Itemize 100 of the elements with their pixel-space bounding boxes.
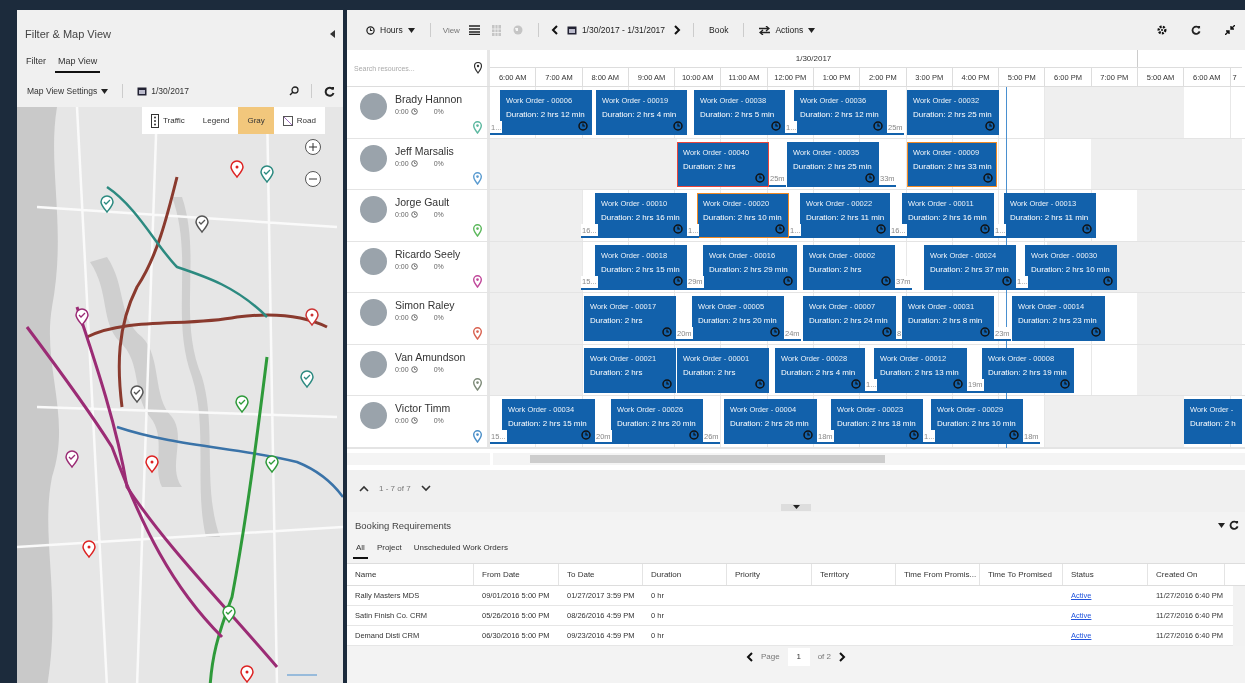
section-title: Booking Requirements xyxy=(355,519,452,531)
avatar xyxy=(360,299,387,326)
clock-icon xyxy=(673,275,683,286)
booking-duration: Duration: 2 hrs 8 min xyxy=(908,316,984,325)
collapse-arrow-icon[interactable] xyxy=(330,30,335,38)
book-button[interactable]: Book xyxy=(706,23,732,37)
clock-icon xyxy=(578,121,588,131)
clock-icon xyxy=(873,121,883,131)
column-header[interactable]: Name xyxy=(347,563,474,585)
grid-icon xyxy=(491,24,501,36)
scrollbar[interactable] xyxy=(493,453,1245,465)
actions-dropdown[interactable]: Actions xyxy=(756,23,819,37)
clock-icon xyxy=(755,378,765,389)
avatar xyxy=(360,350,387,378)
requirements-tab[interactable]: Unscheduled Work Orders xyxy=(410,538,511,559)
scrollbar[interactable] xyxy=(1233,585,1245,646)
column-header[interactable]: Time From Promis... xyxy=(896,563,980,585)
chevron-right-icon[interactable] xyxy=(674,25,682,35)
booking-duration: Duration: 2 hrs 10 min xyxy=(703,213,783,222)
clock-icon xyxy=(865,172,875,183)
resource-name: Victor Timm xyxy=(395,402,451,414)
view-label: View xyxy=(442,25,460,35)
map-pin-icon[interactable] xyxy=(474,62,482,74)
clock-icon xyxy=(876,224,886,234)
column-header[interactable]: From Date xyxy=(474,563,559,585)
booking-duration: Duration: 2 hrs 10 min xyxy=(1031,264,1111,274)
panel-tab[interactable]: Map View xyxy=(55,52,101,73)
booking-duration: Duration: 2 hrs xyxy=(683,367,737,377)
refresh-icon[interactable] xyxy=(1229,520,1239,530)
column-header[interactable]: Duration xyxy=(643,563,727,585)
column-header[interactable]: Status xyxy=(1063,563,1148,585)
refresh-icon[interactable] xyxy=(1191,25,1201,35)
resource-name: Simon Raley xyxy=(395,299,455,311)
clock-icon xyxy=(410,365,418,373)
refresh-icon[interactable] xyxy=(324,85,335,97)
caret-icon xyxy=(808,27,816,33)
settings-icon[interactable] xyxy=(1157,25,1167,35)
road-map-icon xyxy=(282,115,293,126)
date-range-picker[interactable]: 1/30/2017 - 1/31/2017 xyxy=(563,23,669,37)
booking-duration: Duration: 2 hrs 12 min xyxy=(506,110,586,119)
clock-icon xyxy=(909,430,919,440)
collapse-icon[interactable] xyxy=(1225,25,1235,35)
clock-icon xyxy=(983,172,993,183)
page-total: of 2 xyxy=(817,652,831,661)
hours-dropdown[interactable]: Hours xyxy=(363,23,418,37)
booking-duration: Duration: 2 hrs 13 min xyxy=(880,367,960,377)
column-header[interactable]: Created On xyxy=(1148,563,1225,585)
clock-icon xyxy=(1002,275,1012,286)
panel-tab[interactable]: Filter xyxy=(23,52,49,73)
clock-icon xyxy=(770,327,780,337)
booking-duration: Duration: 2 hrs xyxy=(683,161,737,171)
clock-icon xyxy=(980,224,990,234)
search-icon[interactable] xyxy=(289,86,299,96)
caret-icon xyxy=(792,505,800,509)
booking-duration: Duration: 2 hrs xyxy=(590,367,644,377)
booking-duration: Duration: 2 hrs 20 min xyxy=(617,419,697,428)
clock-icon xyxy=(410,211,418,218)
page-number-field[interactable]: 1 xyxy=(787,647,810,666)
traffic-light-icon xyxy=(151,113,159,128)
booking-duration: Duration: 2 hrs 24 min xyxy=(809,316,889,325)
column-header[interactable]: Time To Promised xyxy=(980,563,1063,585)
map-view-settings-dropdown[interactable]: Map View Settings xyxy=(25,84,111,98)
calendar-icon xyxy=(566,25,577,35)
globe-icon xyxy=(512,25,523,35)
clock-icon xyxy=(410,262,418,270)
booking-duration: Duration: 2 hrs 5 min xyxy=(700,110,776,119)
splitter-handle[interactable] xyxy=(781,503,811,511)
minus-icon xyxy=(309,178,317,180)
booking-duration: Duration: 2 hrs 29 min xyxy=(709,264,789,274)
requirements-tab[interactable]: Project xyxy=(373,538,405,559)
clock-icon xyxy=(366,25,375,35)
clock-icon xyxy=(410,314,418,321)
clock-icon xyxy=(953,378,963,389)
panel-title: Filter & Map View xyxy=(25,28,111,40)
chevron-left-icon[interactable] xyxy=(550,25,558,35)
chevron-right-icon[interactable] xyxy=(839,651,846,662)
map-layer-button[interactable]: Gray xyxy=(238,107,274,134)
page-count: 1 - 7 of 7 xyxy=(379,484,411,493)
clock-icon xyxy=(662,378,672,389)
resource-name: Brady Hannon xyxy=(395,93,463,105)
column-header[interactable]: To Date xyxy=(559,563,643,585)
chevron-up-icon[interactable] xyxy=(359,485,369,492)
chevron-down-icon[interactable] xyxy=(420,485,431,492)
column-header[interactable]: Priority xyxy=(727,563,812,585)
resource-name: Van Amundson xyxy=(395,350,466,363)
date-picker[interactable]: 1/30/2017 xyxy=(135,84,192,98)
booking-duration: Duration: 2 hrs 11 min xyxy=(1010,213,1090,222)
clock-icon xyxy=(985,121,995,131)
avatar xyxy=(360,196,387,223)
resource-name: Jeff Marsalis xyxy=(395,144,454,157)
clock-icon xyxy=(581,430,591,440)
chevron-left-icon[interactable] xyxy=(746,651,753,662)
requirements-tab[interactable]: All xyxy=(353,538,368,559)
column-header[interactable]: Territory xyxy=(812,563,896,585)
clock-icon xyxy=(410,417,418,424)
scrollbar[interactable] xyxy=(347,453,490,465)
booking-duration: Duration: 2 hrs 12 min xyxy=(800,110,880,119)
list-icon xyxy=(468,25,480,35)
clock-icon xyxy=(673,224,683,234)
booking-duration: Duration: 2 hrs 4 min xyxy=(781,367,857,377)
